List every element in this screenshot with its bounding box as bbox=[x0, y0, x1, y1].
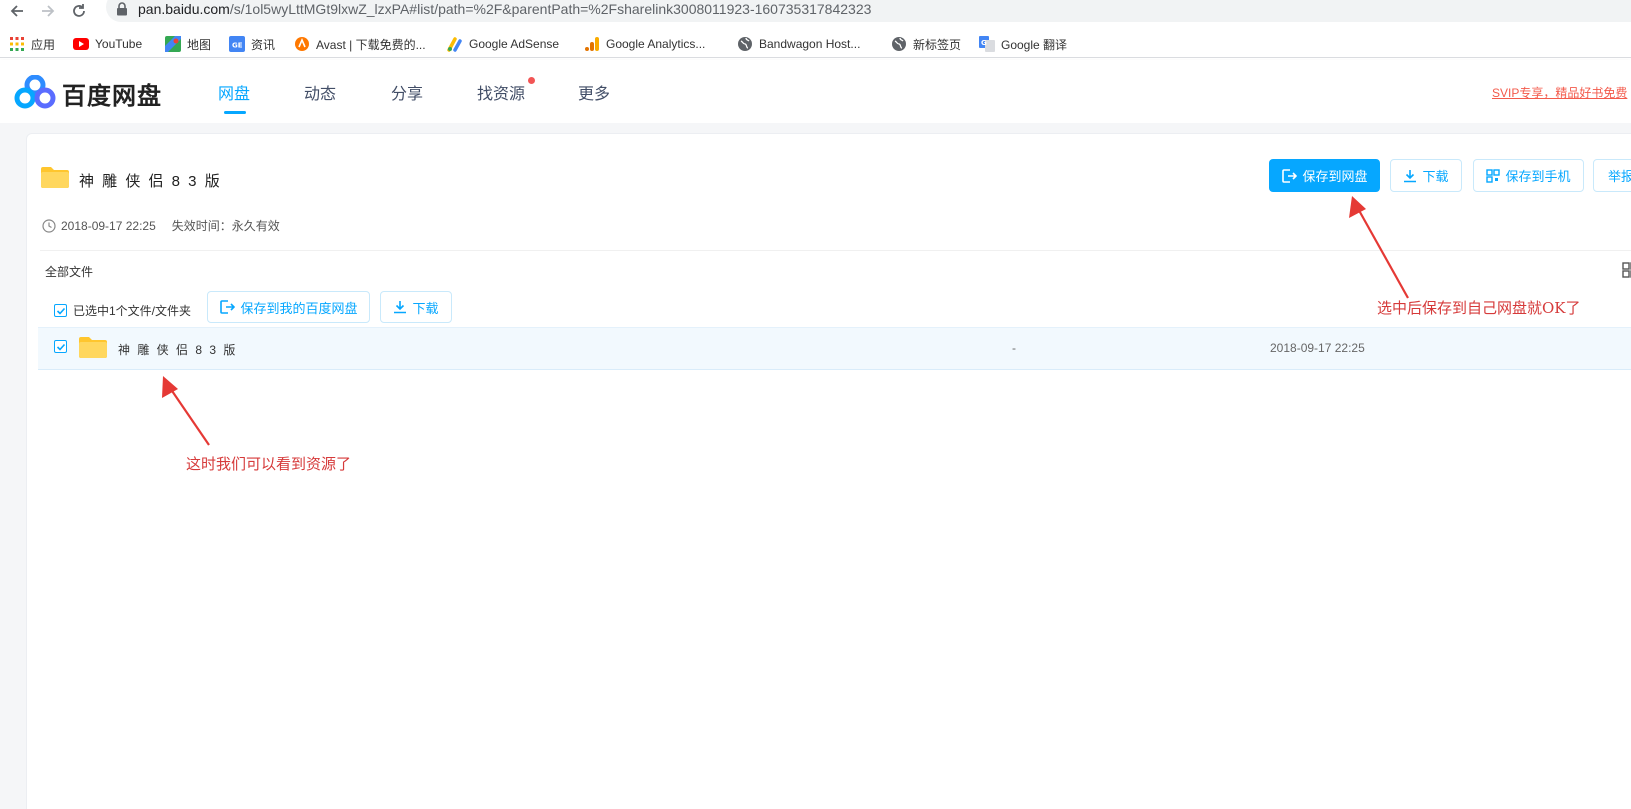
reload-button[interactable] bbox=[68, 0, 90, 22]
grid-view-icon[interactable] bbox=[1622, 262, 1631, 278]
nav-item-find-resources[interactable]: 找资源 bbox=[477, 80, 525, 104]
svip-promo-link[interactable]: SVIP专享，精品好书免费 bbox=[1492, 84, 1627, 101]
download-icon bbox=[1404, 169, 1417, 182]
list-download-button[interactable]: 下载 bbox=[380, 291, 452, 323]
forward-button[interactable] bbox=[37, 0, 59, 22]
bookmark-new-tab[interactable]: 新标签页 bbox=[891, 34, 961, 54]
file-modified-time: 2018-09-17 22:25 bbox=[1270, 341, 1365, 355]
news-icon: GE bbox=[229, 36, 245, 52]
table-row[interactable] bbox=[38, 327, 1631, 370]
analytics-icon bbox=[584, 36, 600, 52]
expire-value: 永久有效 bbox=[231, 219, 280, 233]
maps-icon bbox=[165, 36, 181, 52]
save-icon bbox=[1282, 168, 1298, 183]
nav-item-activity[interactable]: 动态 bbox=[304, 80, 336, 104]
report-button[interactable]: 举报 bbox=[1593, 159, 1631, 192]
baidu-cloud-logo-icon bbox=[14, 75, 56, 109]
globe-icon bbox=[891, 36, 907, 52]
nav-active-indicator bbox=[224, 111, 246, 114]
svg-text:GE: GE bbox=[232, 42, 243, 50]
bookmark-maps[interactable]: 地图 bbox=[165, 34, 211, 54]
translate-icon: G bbox=[979, 36, 995, 52]
save-to-my-disk-button[interactable]: 保存到我的百度网盘 bbox=[207, 291, 370, 323]
globe-icon bbox=[737, 36, 753, 52]
bookmark-news[interactable]: GE 资讯 bbox=[229, 34, 275, 54]
nav-item-share[interactable]: 分享 bbox=[391, 80, 423, 104]
arrow-right-icon bbox=[42, 5, 55, 17]
save-to-disk-button[interactable]: 保存到网盘 bbox=[1269, 159, 1380, 192]
nav-item-more[interactable]: 更多 bbox=[578, 80, 610, 104]
back-button[interactable] bbox=[6, 0, 28, 22]
qr-code-icon bbox=[1486, 168, 1501, 183]
clock-icon bbox=[42, 218, 56, 233]
nav-item-disk[interactable]: 网盘 bbox=[218, 80, 250, 104]
download-icon bbox=[394, 301, 407, 314]
select-all-checkbox[interactable] bbox=[54, 304, 67, 317]
download-button[interactable]: 下载 bbox=[1390, 159, 1462, 192]
apps-grid-icon bbox=[9, 36, 25, 52]
lock-icon bbox=[117, 2, 127, 16]
breadcrumb[interactable]: 全部文件 bbox=[45, 263, 93, 280]
row-checkbox[interactable] bbox=[54, 340, 67, 353]
app-header: 百度网盘 网盘 动态 分享 找资源 更多 SVIP专享，精品好书免费 bbox=[0, 60, 1631, 123]
bookmark-apps[interactable]: 应用 bbox=[9, 34, 55, 54]
avast-icon bbox=[294, 36, 310, 52]
save-icon bbox=[220, 300, 236, 314]
reload-icon bbox=[73, 4, 85, 17]
folder-icon bbox=[41, 167, 69, 188]
url-path: /s/1ol5wyLttMGt9lxwZ_lzxPA#list/path=%2F… bbox=[229, 1, 872, 17]
arrow-left-icon bbox=[10, 5, 23, 17]
bookmark-bandwagon[interactable]: Bandwagon Host... bbox=[737, 34, 860, 54]
divider bbox=[40, 250, 1631, 251]
checkmark-icon bbox=[56, 307, 65, 315]
youtube-icon bbox=[73, 36, 89, 52]
share-meta: 2018-09-17 22:25 失效时间： 永久有效 bbox=[42, 217, 280, 234]
folder-icon bbox=[79, 337, 107, 358]
expire-label: 失效时间： bbox=[171, 219, 232, 233]
browser-address-bar: pan.baidu.com/s/1ol5wyLttMGt9lxwZ_lzxPA#… bbox=[0, 0, 1631, 24]
svg-text:G: G bbox=[981, 39, 987, 47]
bookmark-analytics[interactable]: Google Analytics... bbox=[584, 34, 705, 54]
bookmark-avast[interactable]: Avast | 下载免费的... bbox=[294, 34, 426, 54]
bookmarks-bar: 应用 YouTube 地图 GE 资讯 Avast | 下载免费的... Goo… bbox=[0, 30, 1631, 58]
share-created-time: 2018-09-17 22:25 bbox=[61, 218, 156, 233]
adsense-icon bbox=[447, 36, 463, 52]
bookmark-adsense[interactable]: Google AdSense bbox=[447, 34, 559, 54]
selection-info: 已选中1个文件/文件夹 bbox=[54, 302, 191, 319]
url-text[interactable]: pan.baidu.com/s/1ol5wyLttMGt9lxwZ_lzxPA#… bbox=[138, 1, 871, 17]
share-title: 神 雕 侠 侣 8 3 版 bbox=[79, 173, 222, 190]
checkmark-icon bbox=[56, 343, 65, 351]
url-host: pan.baidu.com bbox=[138, 1, 230, 17]
annotation-save-hint: 选中后保存到自己网盘就OK了 bbox=[1377, 299, 1581, 317]
selection-count-text: 已选中1个文件/文件夹 bbox=[73, 304, 192, 318]
file-size: - bbox=[1012, 341, 1016, 355]
bookmark-translate[interactable]: G Google 翻译 bbox=[979, 34, 1067, 54]
bookmark-youtube[interactable]: YouTube bbox=[73, 34, 142, 54]
save-to-phone-button[interactable]: 保存到手机 bbox=[1473, 159, 1584, 192]
file-name[interactable]: 神 雕 侠 侣 8 3 版 bbox=[118, 341, 237, 358]
annotation-resource-hint: 这时我们可以看到资源了 bbox=[186, 455, 352, 473]
notification-dot bbox=[528, 77, 535, 84]
app-logo-text: 百度网盘 bbox=[62, 83, 162, 110]
